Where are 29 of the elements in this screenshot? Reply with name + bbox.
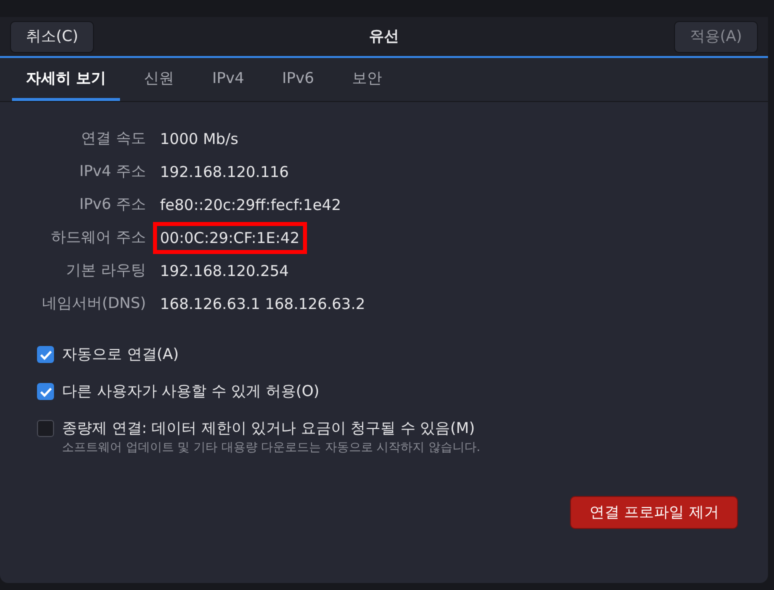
option-label: 자동으로 연결(A) [62, 345, 179, 364]
option-label: 다른 사용자가 사용할 수 있게 허용(O) [62, 382, 320, 401]
tab[interactable]: 신원 [130, 58, 188, 101]
checkbox[interactable] [37, 383, 54, 400]
detail-value: 192.168.120.116 [159, 162, 290, 182]
window-title: 유선 [368, 27, 400, 46]
detail-label: 하드웨어 주소 [51, 228, 146, 247]
detail-label: IPv6 주소 [79, 195, 146, 214]
detail-value: 00:0C:29:CF:1E:42 [153, 222, 307, 254]
tab[interactable]: IPv4 [198, 58, 258, 101]
tab[interactable]: 보안 [338, 58, 396, 101]
cancel-button[interactable]: 취소(C) [10, 20, 94, 52]
detail-label: IPv4 주소 [79, 162, 146, 181]
detail-value: 168.126.63.1 168.126.63.2 [159, 294, 366, 314]
checkbox[interactable] [37, 346, 54, 363]
detail-value: fe80::20c:29ff:fecf:1e42 [159, 194, 342, 216]
detail-value: 1000 Mb/s [159, 128, 240, 150]
option-label: 종량제 연결: 데이터 제한이 있거나 요금이 청구될 수 있음(M) [62, 419, 476, 438]
check-icon [40, 386, 52, 396]
tab[interactable]: IPv6 [268, 58, 328, 101]
detail-label: 기본 라우팅 [66, 261, 146, 280]
remove-profile-button[interactable]: 연결 프로파일 제거 [570, 496, 738, 529]
detail-label: 연결 속도 [81, 129, 146, 148]
detail-label: 네임서버(DNS) [42, 294, 146, 313]
check-icon [40, 350, 52, 360]
tab[interactable]: 자세히 보기 [12, 58, 120, 101]
checkbox[interactable] [37, 420, 54, 437]
option-hint: 소프트웨어 업데이트 및 기타 대용량 다운로드는 자동으로 시작하지 않습니다. [62, 439, 480, 456]
detail-value: 192.168.120.254 [159, 260, 290, 282]
